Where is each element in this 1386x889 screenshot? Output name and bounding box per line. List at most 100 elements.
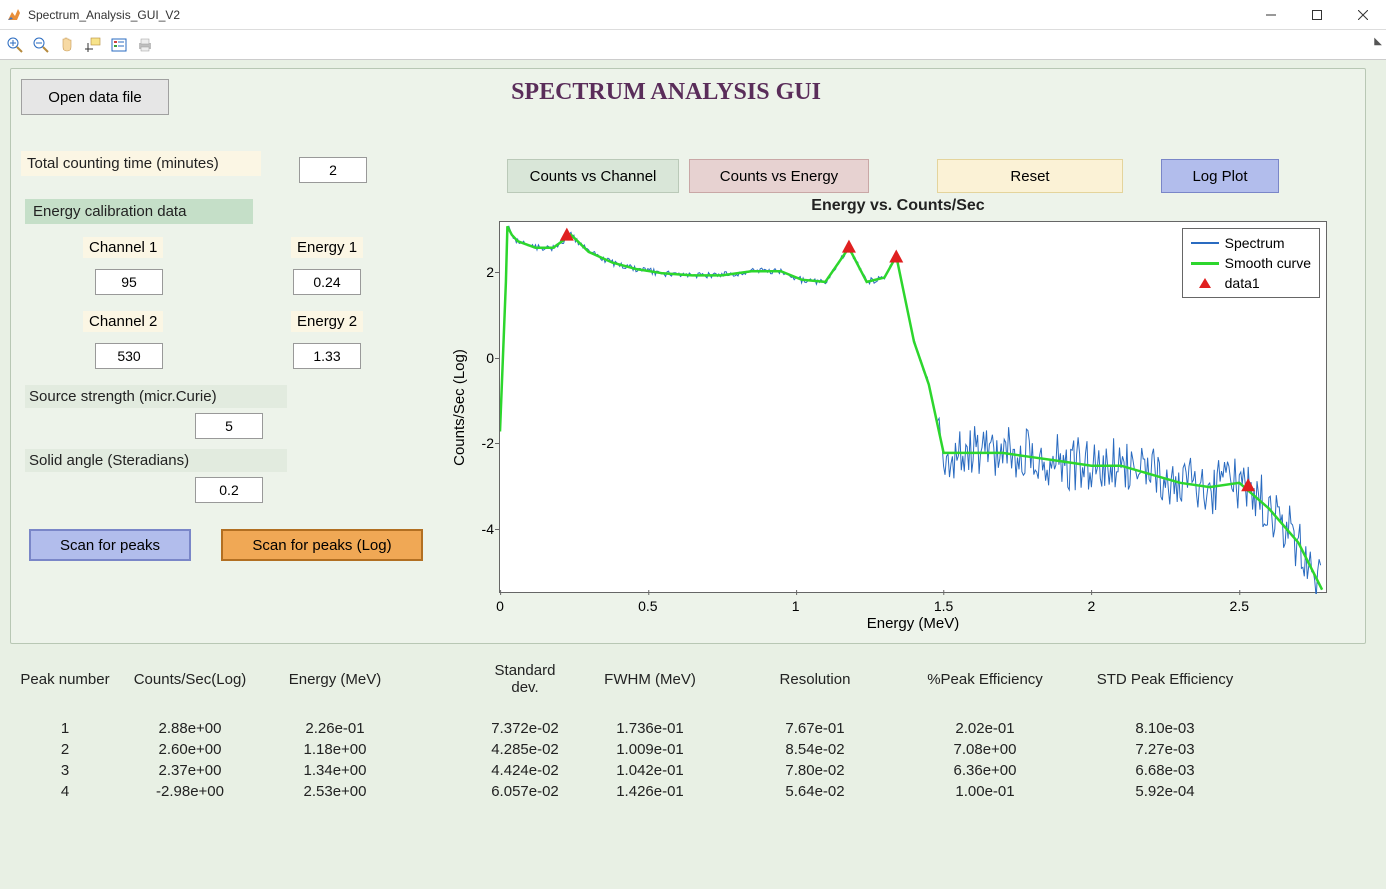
table-cell: 2.02e-01 (900, 718, 1070, 739)
legend-data1: data1 (1225, 275, 1260, 291)
insert-legend-icon[interactable] (108, 34, 130, 56)
table-cell: 1.18e+00 (260, 739, 410, 760)
table-row: 22.60e+001.18e+004.285e-021.009e-018.54e… (10, 739, 1260, 760)
table-row: 12.88e+002.26e-017.372e-021.736e-017.67e… (10, 718, 1260, 739)
xtick: 2 (1088, 598, 1096, 614)
table-cell: 7.27e-03 (1070, 739, 1260, 760)
zoom-in-icon[interactable] (4, 34, 26, 56)
legend-line-icon (1191, 262, 1219, 265)
chart-legend[interactable]: Spectrum Smooth curve data1 (1182, 228, 1320, 298)
xtick: 1 (792, 598, 800, 614)
table-row: 32.37e+001.34e+004.424e-021.042e-017.80e… (10, 760, 1260, 781)
energy2-label: Energy 2 (291, 311, 363, 332)
ytick: -2 (464, 435, 494, 451)
window-title: Spectrum_Analysis_GUI_V2 (28, 8, 180, 22)
legend-line-icon (1191, 242, 1219, 244)
matlab-icon (6, 7, 22, 23)
table-cell: 1.736e-01 (570, 718, 730, 739)
xtick: 0 (496, 598, 504, 614)
solid-angle-input[interactable] (195, 477, 263, 503)
table-cell: 1.34e+00 (260, 760, 410, 781)
zoom-out-icon[interactable] (30, 34, 52, 56)
window-titlebar: Spectrum_Analysis_GUI_V2 (0, 0, 1386, 30)
table-cell: 2.53e+00 (260, 781, 410, 802)
log-plot-button[interactable]: Log Plot (1161, 159, 1279, 193)
table-cell: 4.285e-02 (410, 739, 570, 760)
channel2-label: Channel 2 (83, 311, 163, 332)
table-cell: 6.68e-03 (1070, 760, 1260, 781)
table-cell: 8.10e-03 (1070, 718, 1260, 739)
chart-container: Energy vs. Counts/Sec Counts/Sec (Log) E… (443, 197, 1353, 637)
table-cell: 4.424e-02 (410, 760, 570, 781)
table-cell: 7.08e+00 (900, 739, 1070, 760)
table-cell: 1.00e-01 (900, 781, 1070, 802)
table-cell: 2.88e+00 (120, 718, 260, 739)
channel1-input[interactable] (95, 269, 163, 295)
legend-smooth: Smooth curve (1225, 255, 1311, 271)
counting-time-label: Total counting time (minutes) (21, 151, 261, 176)
scan-peaks-log-button[interactable]: Scan for peaks (Log) (221, 529, 423, 561)
ytick: 0 (464, 350, 494, 366)
results-header: Standard dev. (410, 660, 570, 718)
results-table: Peak numberCounts/Sec(Log)Energy (MeV)St… (10, 660, 1366, 802)
counting-time-section: Total counting time (minutes) (21, 151, 261, 176)
channel1-label: Channel 1 (83, 237, 163, 258)
scan-peaks-button[interactable]: Scan for peaks (29, 529, 191, 561)
table-cell: 7.80e-02 (730, 760, 900, 781)
calibration-header: Energy calibration data (25, 199, 253, 224)
table-cell: 1.426e-01 (570, 781, 730, 802)
table-row: 4-2.98e+002.53e+006.057e-021.426e-015.64… (10, 781, 1260, 802)
results-header: Energy (MeV) (260, 660, 410, 718)
source-strength-input[interactable] (195, 413, 263, 439)
table-cell: 4 (10, 781, 120, 802)
table-cell: 1 (10, 718, 120, 739)
results-header: %Peak Efficiency (900, 660, 1070, 718)
chart-title: Energy vs. Counts/Sec (443, 197, 1353, 215)
close-button[interactable] (1340, 0, 1386, 30)
table-cell: 2.26e-01 (260, 718, 410, 739)
toolbar-overflow-icon[interactable]: ◣ (1374, 36, 1382, 47)
energy1-label: Energy 1 (291, 237, 363, 258)
source-strength-label: Source strength (micr.Curie) (25, 385, 287, 408)
counting-time-input[interactable] (299, 157, 367, 183)
channel2-input[interactable] (95, 343, 163, 369)
chart-xlabel: Energy (MeV) (499, 615, 1327, 632)
energy1-input[interactable] (293, 269, 361, 295)
table-cell: 1.042e-01 (570, 760, 730, 781)
legend-spectrum: Spectrum (1225, 235, 1285, 251)
results-header: Counts/Sec(Log) (120, 660, 260, 718)
minimize-button[interactable] (1248, 0, 1294, 30)
results-header: Peak number (10, 660, 120, 718)
table-cell: 6.36e+00 (900, 760, 1070, 781)
reset-button[interactable]: Reset (937, 159, 1123, 193)
xtick: 1.5 (934, 598, 953, 614)
table-cell: 5.92e-04 (1070, 781, 1260, 802)
print-icon[interactable] (134, 34, 156, 56)
counts-vs-energy-button[interactable]: Counts vs Energy (689, 159, 869, 193)
results-header: FWHM (MeV) (570, 660, 730, 718)
open-data-file-button[interactable]: Open data file (21, 79, 169, 115)
main-area: Open data file SPECTRUM ANALYSIS GUI Tot… (0, 60, 1386, 889)
pan-icon[interactable] (56, 34, 78, 56)
table-cell: 1.009e-01 (570, 739, 730, 760)
results-header: Resolution (730, 660, 900, 718)
table-cell: 8.54e-02 (730, 739, 900, 760)
table-cell: 7.372e-02 (410, 718, 570, 739)
counts-vs-channel-button[interactable]: Counts vs Channel (507, 159, 679, 193)
ytick: 2 (464, 264, 494, 280)
solid-angle-label: Solid angle (Steradians) (25, 449, 287, 472)
table-cell: 2.60e+00 (120, 739, 260, 760)
maximize-button[interactable] (1294, 0, 1340, 30)
table-cell: 3 (10, 760, 120, 781)
main-panel: Open data file SPECTRUM ANALYSIS GUI Tot… (10, 68, 1366, 644)
ytick: -4 (464, 521, 494, 537)
energy2-input[interactable] (293, 343, 361, 369)
chart-axes[interactable]: Spectrum Smooth curve data1 -4-20200.511… (499, 221, 1327, 593)
table-cell: 6.057e-02 (410, 781, 570, 802)
xtick: 0.5 (638, 598, 657, 614)
results-header: STD Peak Efficiency (1070, 660, 1260, 718)
table-cell: -2.98e+00 (120, 781, 260, 802)
table-cell: 2 (10, 739, 120, 760)
data-cursor-icon[interactable] (82, 34, 104, 56)
xtick: 2.5 (1230, 598, 1249, 614)
